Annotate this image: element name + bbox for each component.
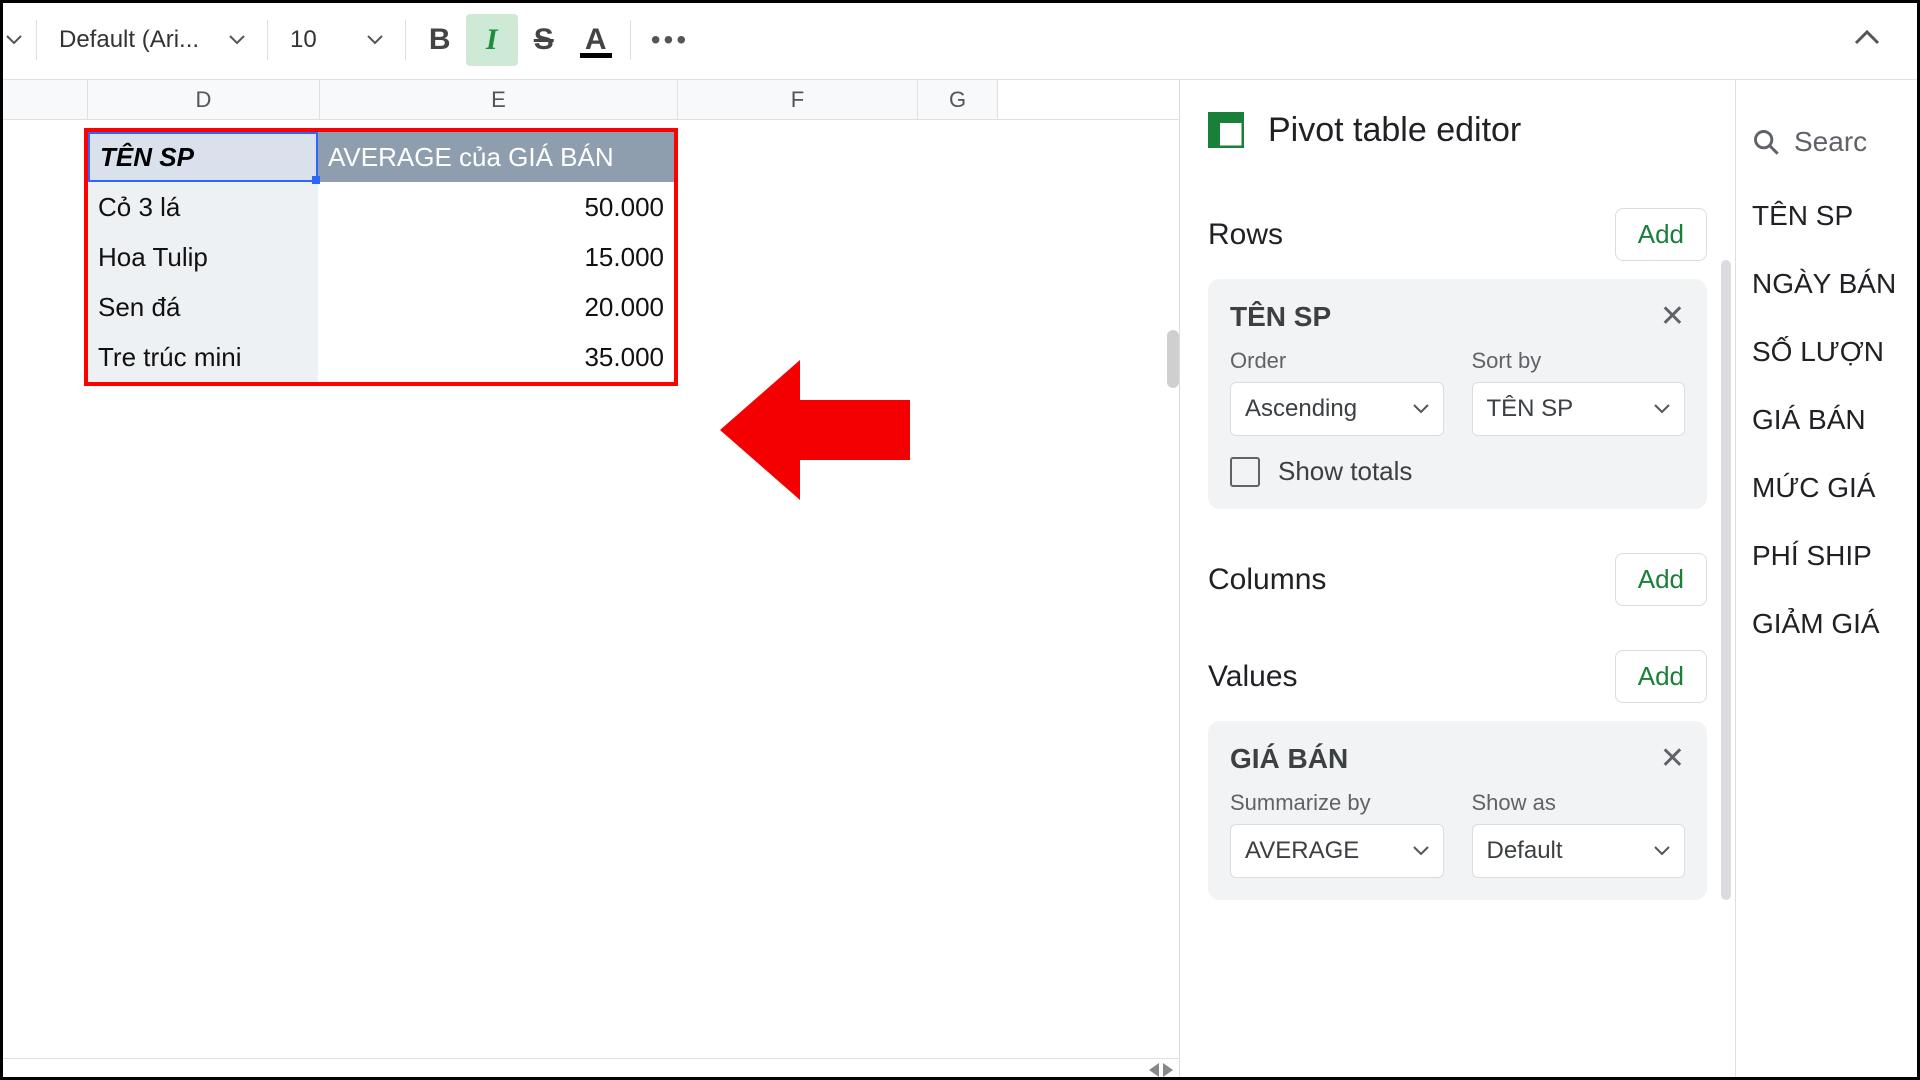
strikethrough-button[interactable]: S: [518, 14, 570, 66]
close-icon[interactable]: ✕: [1660, 741, 1685, 776]
fields-list: Searc TÊN SP NGÀY BÁN SỐ LƯỢN GIÁ BÁN MỨ…: [1735, 80, 1920, 1080]
showas-label: Show as: [1472, 790, 1686, 816]
font-family-value: Default (Ari...: [59, 26, 199, 54]
field-item[interactable]: GIÁ BÁN: [1736, 386, 1920, 454]
pivot-row-value: 35.000: [318, 332, 674, 382]
toolbar: Default (Ari... 10 B I S A •••: [0, 0, 1920, 80]
column-header-f[interactable]: F: [678, 80, 918, 119]
font-size-value: 10: [290, 26, 317, 54]
spreadsheet-area[interactable]: D E F G TÊN SP AVERAGE của GIÁ BÁN Cỏ 3 …: [0, 80, 1180, 1080]
showas-value: Default: [1487, 837, 1563, 865]
chevron-down-icon: [1413, 846, 1429, 856]
close-icon[interactable]: ✕: [1660, 299, 1685, 334]
column-headers: D E F G: [0, 80, 1179, 120]
font-family-select[interactable]: Default (Ari...: [45, 26, 259, 54]
table-row[interactable]: Cỏ 3 lá 50.000: [88, 182, 674, 232]
annotation-arrow-icon: [720, 350, 910, 510]
order-select[interactable]: Ascending: [1230, 382, 1444, 436]
font-size-select[interactable]: 10: [276, 26, 397, 54]
pivot-editor-panel: Pivot table editor Rows Add TÊN SP ✕ Ord…: [1180, 80, 1920, 1080]
scroll-left-icon[interactable]: [1149, 1063, 1159, 1077]
table-row[interactable]: Sen đá 20.000: [88, 282, 674, 332]
text-color-swatch: [580, 53, 612, 58]
search-input[interactable]: Searc: [1794, 126, 1867, 158]
field-item[interactable]: MỨC GIÁ: [1736, 454, 1920, 522]
pivot-row-value: 50.000: [318, 182, 674, 232]
separator: [405, 20, 406, 60]
summarize-value: AVERAGE: [1245, 837, 1359, 865]
sortby-select[interactable]: TÊN SP: [1472, 382, 1686, 436]
add-values-button[interactable]: Add: [1615, 650, 1707, 703]
rows-section-label: Rows: [1208, 218, 1283, 252]
showas-select[interactable]: Default: [1472, 824, 1686, 878]
collapse-toolbar-button[interactable]: [1854, 29, 1880, 50]
rows-card-title: TÊN SP: [1230, 301, 1331, 333]
pivot-table-icon: [1208, 112, 1244, 148]
search-icon[interactable]: [1752, 128, 1780, 156]
rows-card: TÊN SP ✕ Order Ascending Sort by: [1208, 279, 1707, 509]
column-header-d[interactable]: D: [88, 80, 320, 119]
text-color-button[interactable]: A: [570, 14, 622, 66]
vertical-scrollbar-thumb[interactable]: [1167, 330, 1179, 388]
pivot-header-value[interactable]: AVERAGE của GIÁ BÁN: [318, 132, 674, 182]
horizontal-scrollbar[interactable]: [0, 1058, 1179, 1080]
row-header-gutter: [0, 80, 88, 119]
columns-section-label: Columns: [1208, 563, 1326, 597]
separator: [267, 20, 268, 60]
pivot-row-value: 15.000: [318, 232, 674, 282]
scroll-right-icon[interactable]: [1163, 1063, 1173, 1077]
table-row[interactable]: Hoa Tulip 15.000: [88, 232, 674, 282]
toolbar-leading-dropdown[interactable]: [0, 0, 28, 79]
add-rows-button[interactable]: Add: [1615, 208, 1707, 261]
chevron-down-icon: [367, 35, 383, 45]
show-totals-checkbox[interactable]: [1230, 457, 1260, 487]
summarize-label: Summarize by: [1230, 790, 1444, 816]
pivot-row-value: 20.000: [318, 282, 674, 332]
field-item[interactable]: GIẢM GIÁ: [1736, 590, 1920, 658]
field-item[interactable]: TÊN SP: [1736, 182, 1920, 250]
add-columns-button[interactable]: Add: [1615, 553, 1707, 606]
field-item[interactable]: PHÍ SHIP: [1736, 522, 1920, 590]
show-totals-label: Show totals: [1278, 456, 1412, 487]
chevron-down-icon: [229, 35, 245, 45]
values-card: GIÁ BÁN ✕ Summarize by AVERAGE Show as: [1208, 721, 1707, 900]
field-item[interactable]: NGÀY BÁN: [1736, 250, 1920, 318]
editor-scrollbar[interactable]: [1721, 260, 1731, 900]
text-color-label: A: [585, 23, 607, 57]
pivot-header-name[interactable]: TÊN SP: [88, 132, 318, 182]
field-item[interactable]: SỐ LƯỢN: [1736, 318, 1920, 386]
chevron-down-icon: [1654, 404, 1670, 414]
pivot-table-output[interactable]: TÊN SP AVERAGE của GIÁ BÁN Cỏ 3 lá 50.00…: [84, 128, 678, 386]
pivot-row-name: Sen đá: [88, 282, 318, 332]
order-value: Ascending: [1245, 395, 1357, 423]
chevron-down-icon: [1654, 846, 1670, 856]
pivot-row-name: Tre trúc mini: [88, 332, 318, 382]
table-row[interactable]: Tre trúc mini 35.000: [88, 332, 674, 382]
values-section-label: Values: [1208, 660, 1298, 694]
more-options-button[interactable]: •••: [639, 24, 701, 56]
pivot-header-row: TÊN SP AVERAGE của GIÁ BÁN: [88, 132, 674, 182]
pivot-row-name: Hoa Tulip: [88, 232, 318, 282]
column-header-e[interactable]: E: [320, 80, 678, 119]
values-card-title: GIÁ BÁN: [1230, 743, 1348, 775]
separator: [630, 20, 631, 60]
column-header-g[interactable]: G: [918, 80, 998, 119]
pivot-row-name: Cỏ 3 lá: [88, 182, 318, 232]
order-label: Order: [1230, 348, 1444, 374]
summarize-select[interactable]: AVERAGE: [1230, 824, 1444, 878]
italic-button[interactable]: I: [466, 14, 518, 66]
sortby-label: Sort by: [1472, 348, 1686, 374]
sortby-value: TÊN SP: [1487, 395, 1574, 423]
chevron-down-icon: [1413, 404, 1429, 414]
separator: [36, 20, 37, 60]
editor-title: Pivot table editor: [1268, 111, 1521, 150]
bold-button[interactable]: B: [414, 14, 466, 66]
